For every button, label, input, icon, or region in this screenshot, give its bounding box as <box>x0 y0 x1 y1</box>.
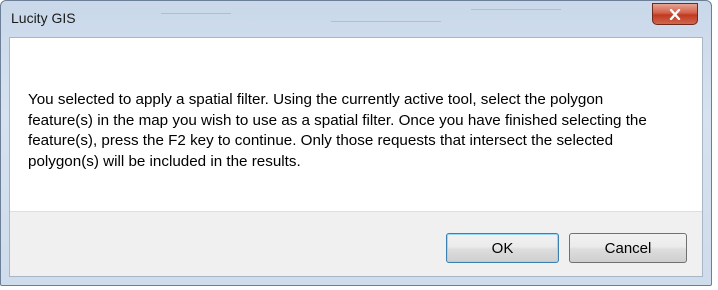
dialog-message: You selected to apply a spatial filter. … <box>28 91 647 170</box>
ok-button[interactable]: OK <box>446 233 559 263</box>
title-bar[interactable]: Lucity GIS <box>1 1 711 37</box>
close-button[interactable] <box>652 3 698 25</box>
cancel-button[interactable]: Cancel <box>569 233 687 263</box>
aero-decoration <box>471 9 561 10</box>
aero-decoration <box>331 21 441 22</box>
aero-decoration <box>161 13 231 14</box>
dialog-window: Lucity GIS You selected to apply a spati… <box>0 0 712 286</box>
dialog-content: You selected to apply a spatial filter. … <box>9 37 703 277</box>
button-bar: OK Cancel <box>10 211 702 276</box>
close-icon <box>669 5 681 24</box>
window-title: Lucity GIS <box>11 10 76 26</box>
